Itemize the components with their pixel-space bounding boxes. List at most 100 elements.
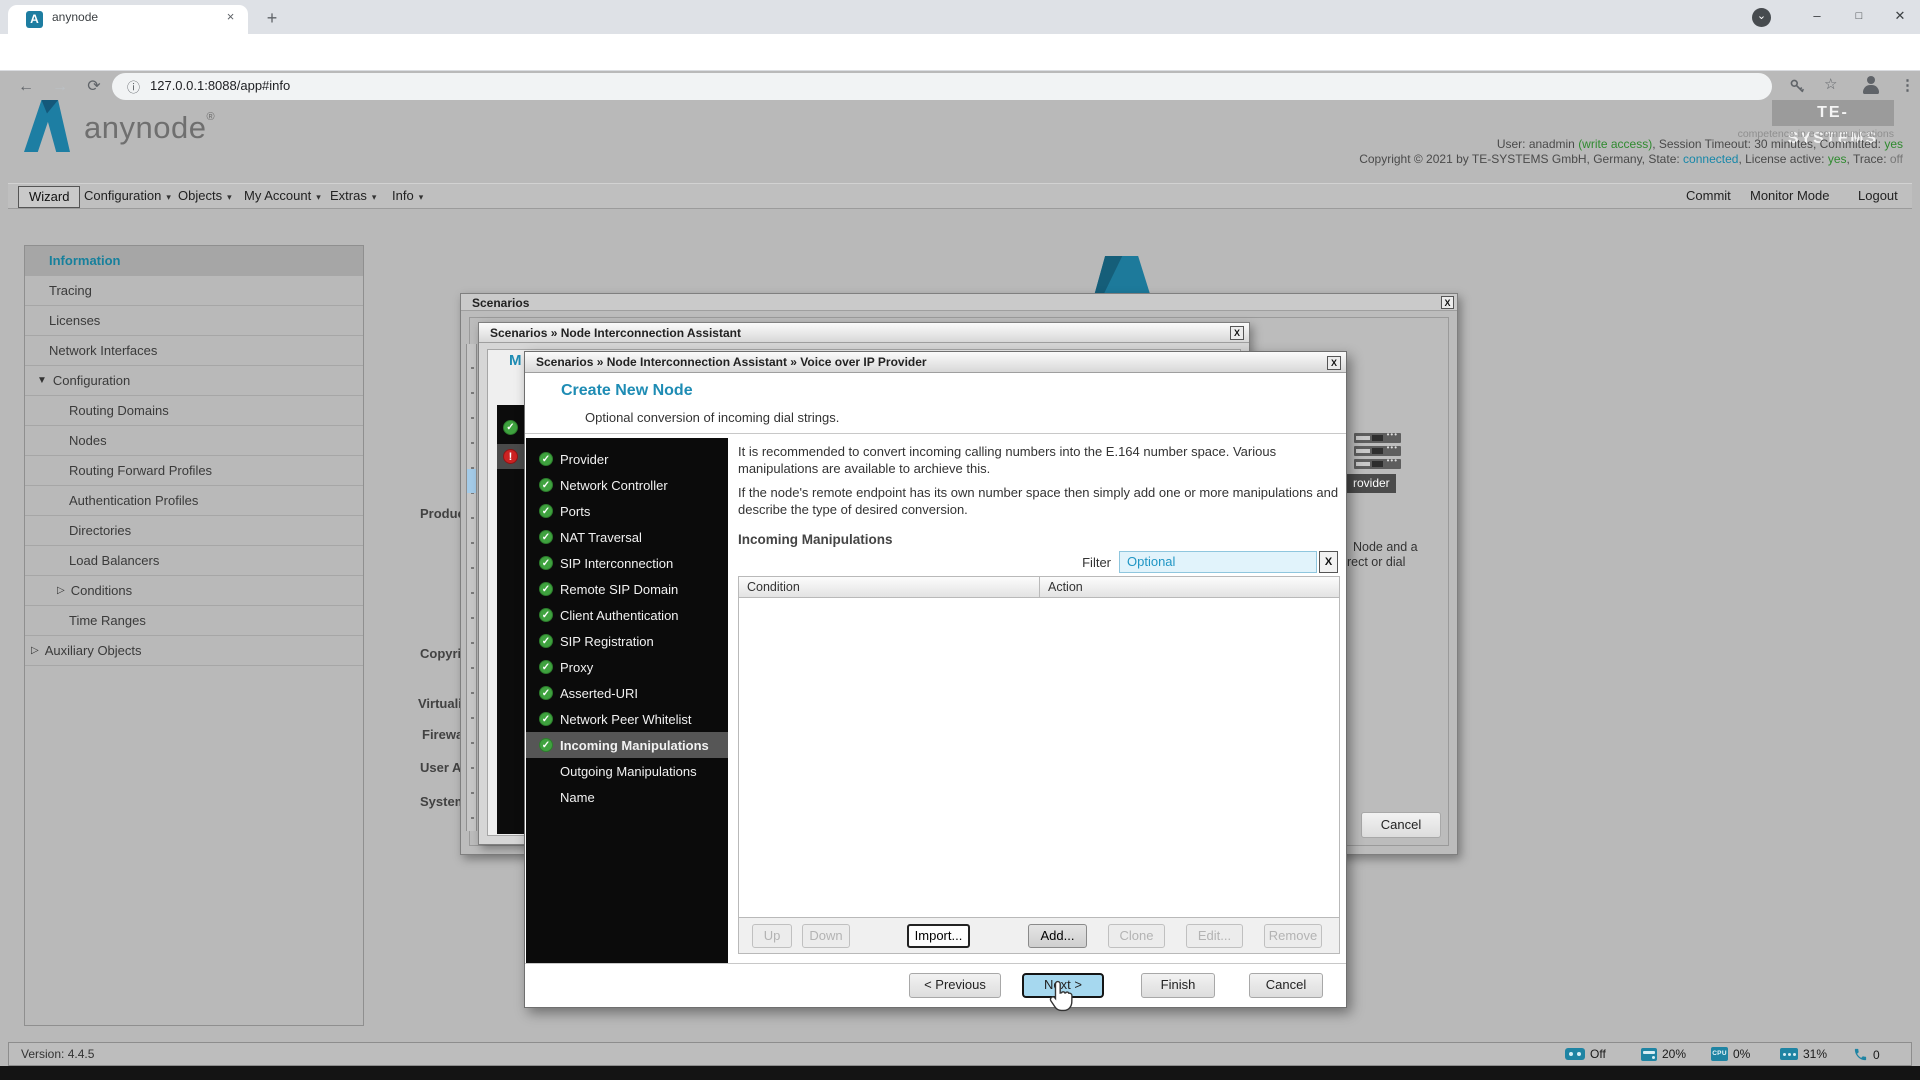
step-nat-traversal[interactable]: ✓ NAT Traversal (526, 524, 728, 550)
sidebar-item-conditions[interactable]: ▷ Conditions (25, 576, 363, 606)
sidebar-item-directories[interactable]: Directories (25, 516, 363, 546)
sidebar-item-load-balancers[interactable]: Load Balancers (25, 546, 363, 576)
step-client-authentication[interactable]: ✓ Client Authentication (526, 602, 728, 628)
assistant-titlebar[interactable]: Scenarios » Node Interconnection Assista… (479, 323, 1249, 343)
forward-icon[interactable]: → (48, 75, 72, 99)
filter-input[interactable] (1119, 551, 1317, 573)
window-minimize-button[interactable]: – (1796, 0, 1838, 34)
profile-avatar-icon[interactable] (1860, 74, 1882, 96)
step-done-icon: ✓ (539, 530, 553, 544)
sidebar-nav: Information Tracing Licenses Network Int… (24, 245, 364, 1026)
step-sip-interconnection[interactable]: ✓ SIP Interconnection (526, 550, 728, 576)
scenarios-close-icon[interactable]: X (1441, 296, 1454, 309)
wizard-titlebar[interactable]: Scenarios » Node Interconnection Assista… (525, 352, 1346, 373)
add-button[interactable]: Add... (1028, 924, 1087, 948)
bookmark-star-icon[interactable]: ☆ (1824, 75, 1837, 93)
back-icon[interactable]: ← (14, 75, 38, 99)
trace-status: Off (1565, 1047, 1606, 1061)
sidebar-item-routing-forward-profiles[interactable]: Routing Forward Profiles (25, 456, 363, 486)
site-info-icon[interactable]: ⓘ (127, 77, 140, 96)
table-body-empty[interactable] (739, 598, 1339, 916)
tree-collapsed-icon[interactable]: ▷ (31, 645, 39, 656)
assistant-close-icon[interactable]: X (1230, 326, 1244, 340)
url-text[interactable]: 127.0.0.1:8088/app#info (150, 78, 290, 93)
browser-badge-icon[interactable]: ⌄ (1752, 8, 1771, 27)
step-ports[interactable]: ✓ Ports (526, 498, 728, 524)
scenarios-titlebar[interactable]: Scenarios (461, 294, 1457, 311)
finish-button[interactable]: Finish (1141, 973, 1215, 998)
section-title: Incoming Manipulations (738, 532, 893, 547)
sidebar-item-routing-domains[interactable]: Routing Domains (25, 396, 363, 426)
clone-button[interactable]: Clone (1108, 924, 1165, 948)
browser-menu-icon[interactable]: ⋮ (1900, 76, 1915, 94)
step-asserted-uri[interactable]: ✓ Asserted-URI (526, 680, 728, 706)
step-remote-sip-domain[interactable]: ✓ Remote SIP Domain (526, 576, 728, 602)
anynode-logo-icon (24, 100, 70, 152)
address-bar[interactable] (112, 73, 1772, 100)
step-provider[interactable]: ✓ Provider (526, 446, 728, 472)
hand-cursor-icon (1049, 980, 1073, 1012)
sidebar-item-licenses[interactable]: Licenses (25, 306, 363, 336)
cancel-button[interactable]: Cancel (1249, 973, 1323, 998)
password-key-icon[interactable] (1788, 77, 1806, 95)
tree-collapsed-icon[interactable]: ▷ (57, 585, 65, 596)
browser-tab-strip: A anynode × + ⌄ – □ ✕ (0, 0, 1920, 34)
wizard-close-icon[interactable]: X (1327, 356, 1341, 370)
browser-tab[interactable] (8, 5, 248, 34)
bg-anynode-mark (1084, 256, 1150, 294)
menu-commit[interactable]: Commit (1686, 188, 1731, 203)
copyright-line: Copyright © 2021 by TE-SYSTEMS GmbH, Ger… (1359, 152, 1903, 166)
divider (525, 433, 1346, 434)
server-stack-icon: ••• (1354, 443, 1401, 456)
menu-logout[interactable]: Logout (1858, 188, 1898, 203)
user-line: User: anadmin (write access), Session Ti… (1496, 137, 1903, 151)
up-button[interactable]: Up (752, 924, 792, 948)
chevron-down-icon: ▾ (371, 192, 377, 202)
edit-button[interactable]: Edit... (1186, 924, 1243, 948)
remove-button[interactable]: Remove (1264, 924, 1322, 948)
menu-my-account[interactable]: My Account ▾ (244, 188, 321, 203)
sidebar-item-tracing[interactable]: Tracing (25, 276, 363, 306)
sidebar-item-network-interfaces[interactable]: Network Interfaces (25, 336, 363, 366)
window-maximize-button[interactable]: □ (1838, 0, 1880, 34)
reload-icon[interactable]: ⟳ (82, 75, 106, 99)
sidebar-item-configuration[interactable]: ▼ Configuration (25, 366, 363, 396)
bottom-strip (0, 1066, 1920, 1080)
browser-toolbar: ← → ⟳ ⓘ 127.0.0.1:8088/app#info ☆ ⋮ (0, 34, 1920, 100)
sidebar-item-time-ranges[interactable]: Time Ranges (25, 606, 363, 636)
step-proxy[interactable]: ✓ Proxy (526, 654, 728, 680)
filter-clear-button[interactable]: X (1319, 551, 1338, 573)
step-network-peer-whitelist[interactable]: ✓ Network Peer Whitelist (526, 706, 728, 732)
step-network-controller[interactable]: ✓ Network Controller (526, 472, 728, 498)
menu-objects[interactable]: Objects ▾ (178, 188, 232, 203)
menu-configuration[interactable]: Configuration ▾ (84, 188, 171, 203)
tree-expanded-icon[interactable]: ▼ (37, 375, 47, 386)
sidebar-item-nodes[interactable]: Nodes (25, 426, 363, 456)
sidebar-item-auxiliary-objects[interactable]: ▷ Auxiliary Objects (25, 636, 363, 666)
import-button[interactable]: Import... (907, 924, 970, 948)
step-done-icon: ✓ (539, 452, 553, 466)
sidebar-item-information[interactable]: Information (25, 246, 363, 276)
scenarios-cancel-button[interactable]: Cancel (1361, 812, 1441, 838)
down-button[interactable]: Down (802, 924, 850, 948)
provider-scenario-badge: rovider (1347, 474, 1396, 493)
step-outgoing-manipulations[interactable]: Outgoing Manipulations (526, 758, 728, 784)
step-done-icon: ✓ (539, 660, 553, 674)
step-name[interactable]: Name (526, 784, 728, 810)
step-incoming-manipulations[interactable]: ✓ Incoming Manipulations (526, 732, 728, 758)
menu-extras[interactable]: Extras ▾ (330, 188, 376, 203)
assistant-steps-fragment (497, 405, 525, 834)
tab-close-icon[interactable]: × (222, 9, 239, 26)
create-node-dialog: Scenarios » Node Interconnection Assista… (524, 351, 1347, 1012)
status-bar: Version: 4.4.5 Off 20% CPU 0% 31% 0 (8, 1042, 1912, 1066)
new-tab-button[interactable]: + (260, 7, 284, 31)
assistant-heading-fragment: M (509, 352, 522, 369)
step-sip-registration[interactable]: ✓ SIP Registration (526, 628, 728, 654)
filter-label: Filter (1082, 555, 1111, 570)
sidebar-item-authentication-profiles[interactable]: Authentication Profiles (25, 486, 363, 516)
menu-monitor-mode[interactable]: Monitor Mode (1750, 188, 1829, 203)
previous-button[interactable]: < Previous (909, 973, 1001, 998)
menu-wizard[interactable]: Wizard (18, 186, 81, 208)
menu-info[interactable]: Info ▾ (392, 188, 423, 203)
window-close-button[interactable]: ✕ (1880, 0, 1920, 34)
